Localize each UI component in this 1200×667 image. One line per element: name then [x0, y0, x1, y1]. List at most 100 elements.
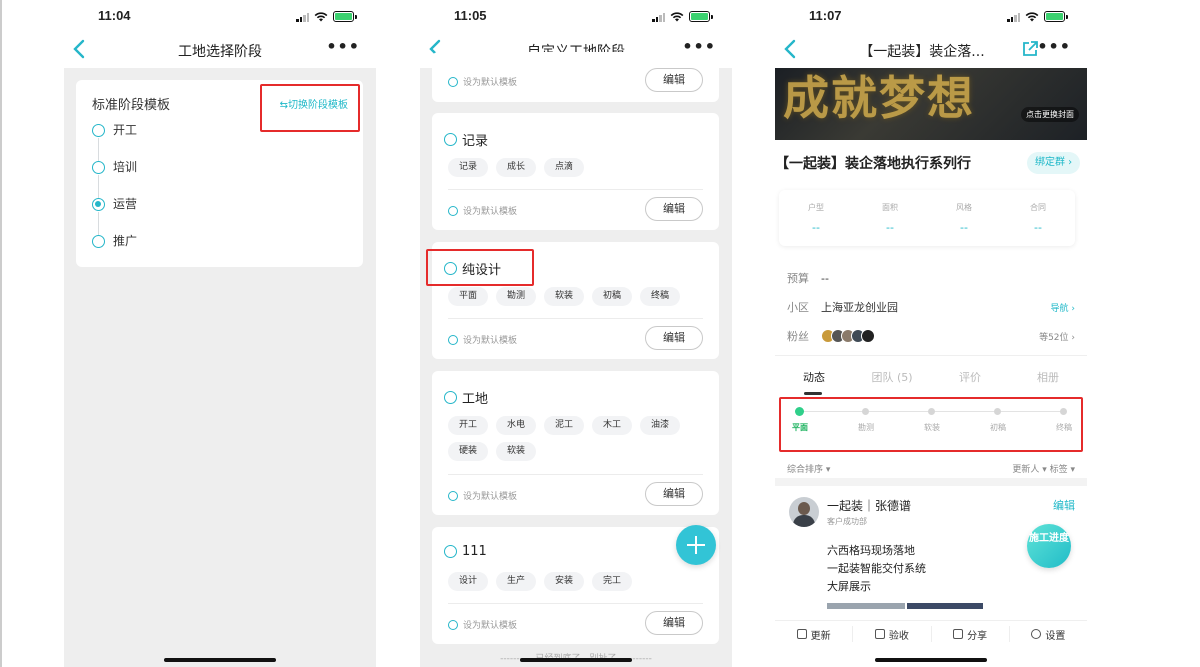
update-button[interactable]: 更新 [775, 626, 854, 642]
change-cover-hint[interactable]: 点击更换封面 [1021, 107, 1079, 122]
share-out-icon[interactable] [1021, 40, 1039, 58]
stage-tag: 软装 [544, 287, 584, 306]
edit-button[interactable]: 编辑 [645, 611, 703, 635]
stat-value: -- [960, 221, 968, 234]
post-image[interactable] [827, 603, 905, 609]
more-icon[interactable]: ••• [326, 39, 360, 55]
post-image[interactable] [907, 603, 983, 609]
stage-option[interactable]: 开工 [92, 124, 137, 161]
stage-tag: 设计 [448, 572, 488, 591]
set-default-label: 设为默认模板 [463, 78, 518, 88]
stage-tag: 完工 [592, 572, 632, 591]
tab-team[interactable]: 团队 (5) [853, 369, 931, 385]
filter-dropdowns[interactable]: 更新人 ▾ 标签 ▾ [1012, 462, 1075, 475]
stage-option[interactable]: 培训 [92, 161, 137, 198]
set-default-option[interactable]: 设为默认模板 [448, 204, 517, 217]
cover-image[interactable]: 成就梦想 点击更换封面 [775, 68, 1087, 140]
radio-icon[interactable] [448, 490, 458, 501]
more-icon[interactable]: ••• [1037, 39, 1071, 55]
template-name[interactable]: 记录 [444, 130, 488, 149]
nav-bar: 【一起装】装企落... ••• [775, 36, 1087, 66]
stat-item: 户型 -- [779, 190, 853, 246]
edit-button[interactable]: 编辑 [645, 68, 703, 92]
radio-icon[interactable] [448, 619, 458, 630]
construction-progress-button[interactable]: 施工进度 [1027, 524, 1071, 568]
stage-option[interactable]: 推广 [92, 235, 137, 272]
stat-label: 户型 [808, 203, 824, 212]
bind-group-button[interactable]: 绑定群 › [1027, 152, 1081, 174]
edit-button[interactable]: 编辑 [645, 326, 703, 350]
radio-icon[interactable] [92, 124, 105, 137]
post-content: 六西格玛现场落地 一起装智能交付系统 大屏展示 [827, 542, 926, 596]
status-time: 11:07 [809, 8, 842, 23]
navigate-link[interactable]: 导航 › [1051, 301, 1075, 314]
template-card-partial: 设为默认模板 编辑 [432, 52, 719, 102]
tab-activity[interactable]: 动态 [775, 369, 853, 385]
stage-option[interactable]: 运营 [92, 198, 137, 235]
settings-button[interactable]: 设置 [1010, 626, 1087, 642]
radio-selected-icon[interactable] [92, 198, 105, 211]
phone-screen-project-detail: 11:07 【一起装】装企落... ••• 成就梦想 点击更换封面 【一起装】装… [775, 0, 1087, 667]
wifi-icon [670, 11, 684, 21]
project-stats: 户型 -- 面积 -- 风格 -- 合同 -- [779, 190, 1075, 246]
stat-value: -- [1034, 221, 1042, 234]
share-icon [953, 629, 964, 639]
fan-avatars[interactable] [821, 329, 875, 343]
phone-screen-stage-select: 11:04 工地选择阶段 ••• 标准阶段模板 ⇆切换阶段模板 开工 培训 运营… [64, 0, 376, 667]
fans-count[interactable]: 等52位 › [1039, 330, 1075, 343]
radio-icon[interactable] [448, 334, 458, 345]
radio-icon[interactable] [92, 235, 105, 248]
template-name[interactable]: 工地 [444, 388, 488, 407]
divider [448, 318, 703, 319]
tab-album[interactable]: 相册 [1009, 369, 1087, 385]
set-default-label: 设为默认模板 [463, 336, 518, 346]
post-edit-link[interactable]: 编辑 [1053, 497, 1075, 513]
edit-icon [796, 629, 807, 639]
toolbar-label: 验收 [888, 630, 909, 642]
set-default-option[interactable]: 设为默认模板 [448, 618, 517, 631]
home-indicator [875, 658, 987, 662]
set-default-option[interactable]: 设为默认模板 [448, 489, 517, 502]
template-card: 记录 记录 成长 点滴 设为默认模板 编辑 [432, 113, 719, 230]
stat-item: 风格 -- [927, 190, 1001, 246]
wifi-icon [314, 11, 328, 21]
toolbar-label: 分享 [967, 630, 988, 642]
stage-tags: 记录 成长 点滴 [448, 158, 718, 177]
radio-icon[interactable] [444, 545, 457, 558]
project-title: 【一起装】装企落地执行系列行 [775, 156, 971, 172]
tab-reviews[interactable]: 评价 [931, 369, 1009, 385]
edit-button[interactable]: 编辑 [645, 482, 703, 506]
set-default-option[interactable]: 设为默认模板 [448, 75, 517, 88]
battery-icon [333, 11, 357, 22]
battery-icon [689, 11, 713, 22]
radio-icon[interactable] [444, 133, 457, 146]
add-template-button[interactable] [676, 525, 716, 565]
stage-tag: 油漆 [640, 416, 680, 435]
edit-button[interactable]: 编辑 [645, 197, 703, 221]
signal-icon [296, 12, 309, 22]
toolbar-label: 更新 [810, 630, 831, 642]
stage-tag: 平面 [448, 287, 488, 306]
status-icons [296, 11, 357, 22]
status-bar: 11:04 [64, 8, 376, 26]
avatar[interactable] [789, 497, 819, 527]
bottom-toolbar: 更新 验收 分享 设置 [775, 620, 1087, 646]
radio-icon[interactable] [448, 76, 458, 87]
radio-icon[interactable] [92, 161, 105, 174]
budget-row: 预算 -- [787, 270, 829, 286]
template-name[interactable]: 111 [444, 544, 487, 559]
set-default-option[interactable]: 设为默认模板 [448, 333, 517, 346]
stage-tag: 硬装 [448, 442, 488, 461]
stage-option-label: 培训 [113, 160, 138, 174]
sort-dropdown[interactable]: 综合排序 ▾ [787, 465, 830, 475]
cover-banner-text: 成就梦想 [783, 71, 975, 125]
radio-icon[interactable] [444, 391, 457, 404]
community-row: 小区 上海亚龙创业园 [787, 299, 898, 315]
tab-bar: 动态 团队 (5) 评价 相册 [775, 369, 1087, 385]
share-button[interactable]: 分享 [932, 626, 1010, 642]
wifi-icon [1025, 11, 1039, 21]
status-time: 11:05 [454, 8, 487, 23]
post-author[interactable]: 一起装｜张德谱 [827, 497, 911, 514]
inspection-button[interactable]: 验收 [853, 626, 932, 642]
radio-icon[interactable] [448, 205, 458, 216]
